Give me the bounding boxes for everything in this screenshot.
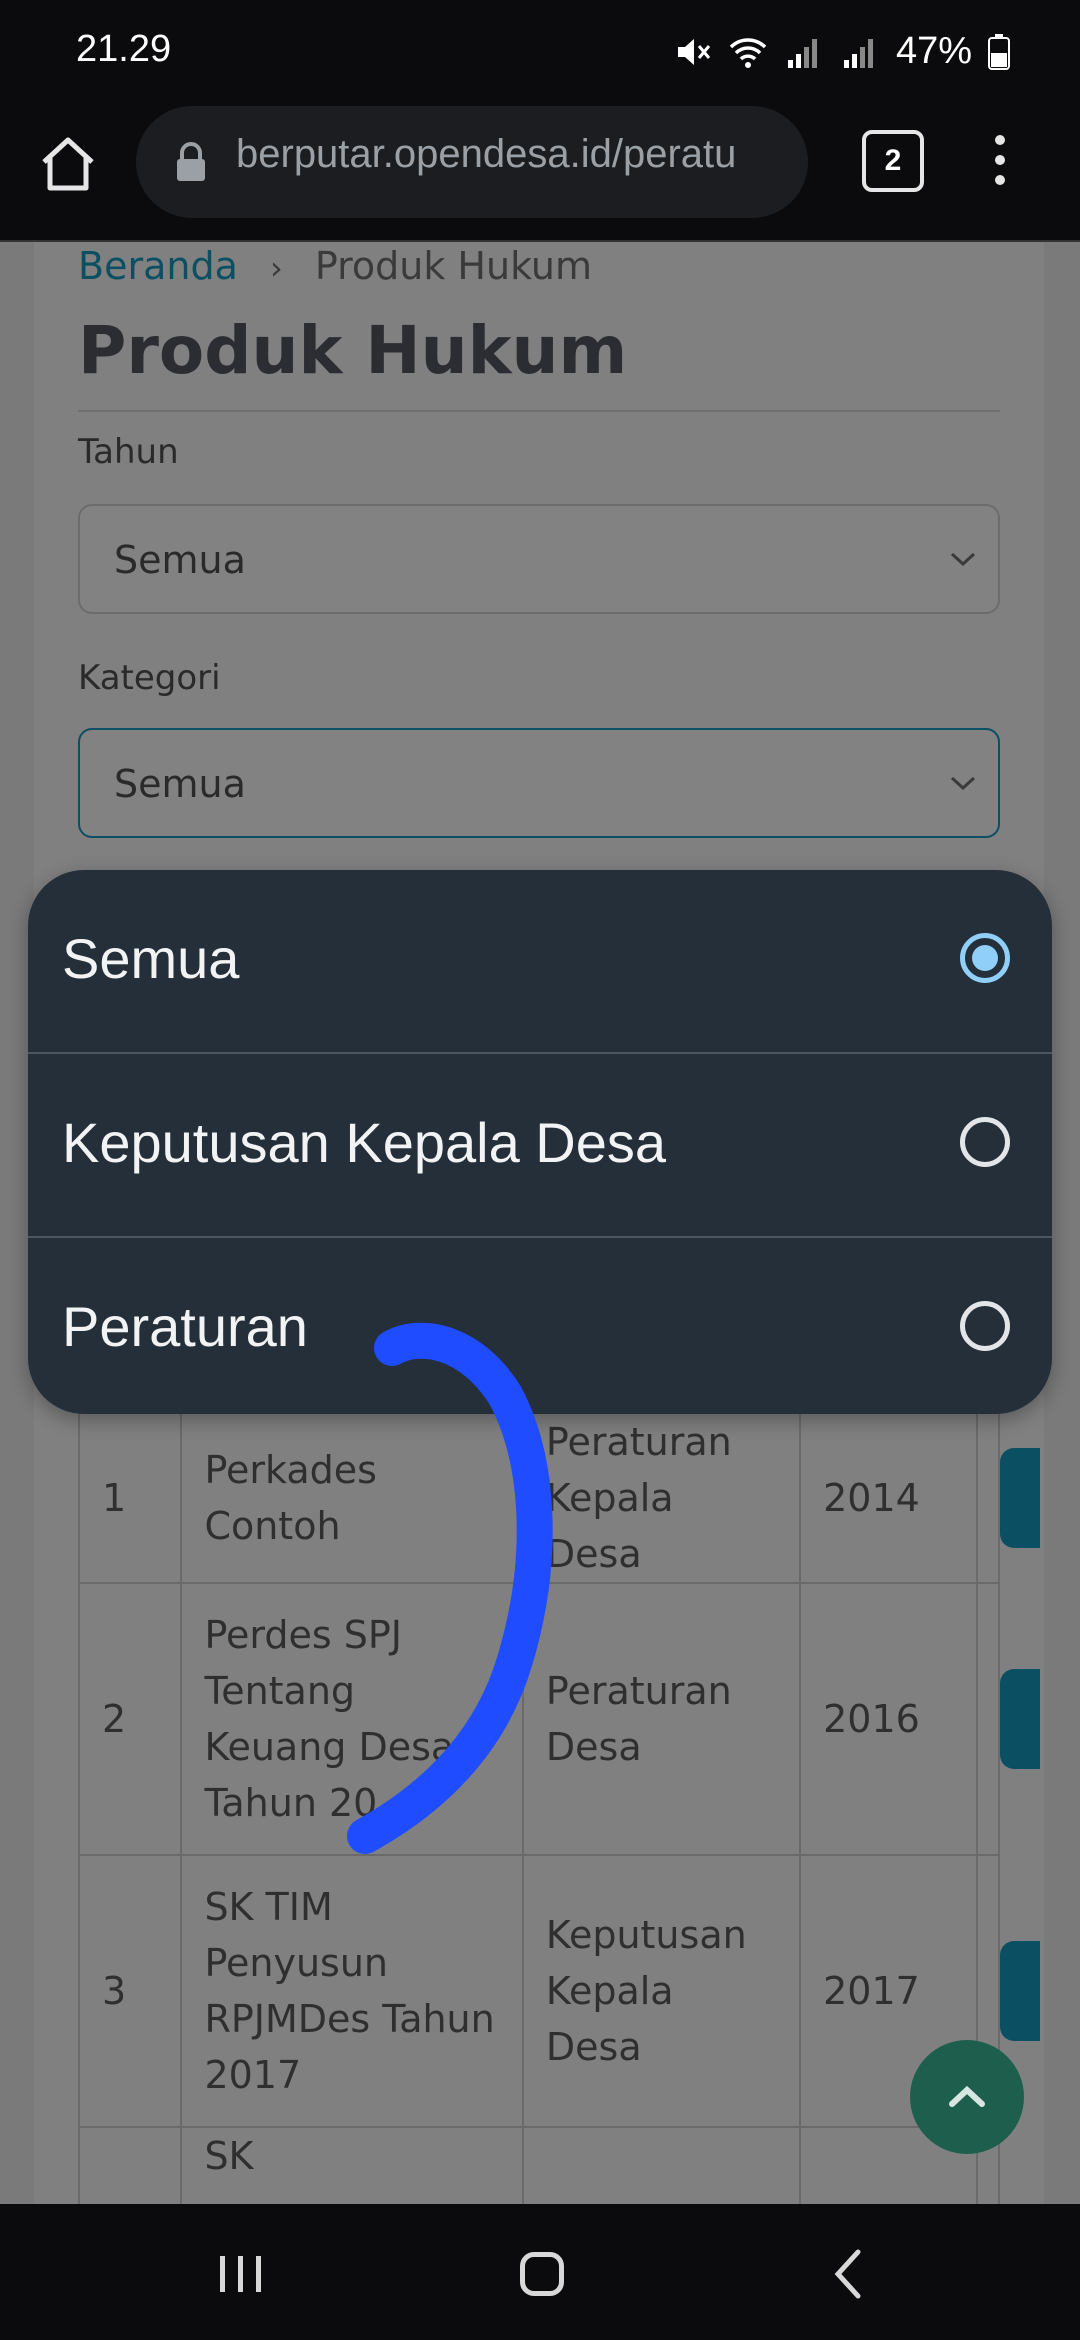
option-label: Peraturan	[62, 1295, 308, 1358]
row-action	[975, 1412, 1040, 1584]
recent-apps-icon[interactable]	[218, 2254, 264, 2294]
row-number	[77, 2126, 183, 2204]
option-label: Keputusan Kepala Desa	[62, 1111, 666, 1174]
kategori-label: Kategori	[78, 658, 221, 698]
row-action-button[interactable]	[999, 1669, 1040, 1769]
kategori-select[interactable]: Semua	[78, 728, 1000, 838]
row-year: 2014	[799, 1412, 978, 1584]
tahun-label: Tahun	[78, 432, 179, 472]
battery-percent: 47%	[895, 30, 972, 72]
address-bar[interactable]: berputar.opendesa.id/peratu	[136, 106, 808, 218]
table-row: 1 Perkades Contoh Peraturan Kepala Desa …	[77, 1412, 1040, 1584]
radio-unselected-icon[interactable]	[960, 1117, 1010, 1167]
page-title: Produk Hukum	[78, 312, 628, 389]
row-category	[521, 2126, 802, 2204]
row-number: 1	[77, 1412, 183, 1584]
breadcrumb-current: Produk Hukum	[314, 244, 593, 288]
back-icon[interactable]	[830, 2248, 866, 2300]
system-nav-bar	[0, 2204, 1080, 2340]
status-icons: 47%	[672, 30, 1010, 73]
chevron-down-icon	[950, 552, 976, 567]
status-time: 21.29	[76, 28, 172, 70]
table-row: 3 SK TIM Penyusun RPJMDes Tahun 2017 Kep…	[77, 1854, 1040, 2128]
row-action-button[interactable]	[999, 1941, 1040, 2041]
signal-icon	[787, 38, 817, 68]
breadcrumb-home-link[interactable]: Beranda	[78, 244, 238, 288]
row-category: Peraturan Kepala Desa	[521, 1412, 802, 1584]
produk-hukum-table: 1 Perkades Contoh Peraturan Kepala Desa …	[77, 1412, 1040, 2204]
kategori-dropdown-sheet: Semua Keputusan Kepala Desa Peraturan	[28, 870, 1052, 1414]
row-action	[975, 1582, 1040, 1856]
row-number: 2	[77, 1582, 183, 1856]
divider	[78, 410, 1000, 412]
wifi-icon	[729, 37, 767, 68]
battery-icon	[988, 33, 1010, 70]
chevron-up-icon	[949, 2085, 985, 2107]
row-title: SK TIM Penyusun RPJMDes Tahun 2017	[180, 1854, 524, 2128]
row-number: 3	[77, 1854, 183, 2128]
option-semua[interactable]: Semua	[28, 870, 1052, 1052]
signal-icon	[843, 38, 873, 68]
mute-icon	[677, 38, 711, 65]
kategori-select-value: Semua	[114, 762, 246, 806]
option-keputusan-kepala-desa[interactable]: Keputusan Kepala Desa	[28, 1054, 1052, 1236]
radio-unselected-icon[interactable]	[960, 1301, 1010, 1351]
tahun-select-value: Semua	[114, 538, 246, 582]
scroll-to-top-button[interactable]	[910, 2040, 1024, 2154]
row-year: 2016	[799, 1582, 978, 1856]
more-options-icon[interactable]	[984, 130, 1016, 190]
tahun-select[interactable]: Semua	[78, 504, 1000, 614]
status-bar: 21.29 47%	[0, 0, 1080, 100]
row-title: Perkades Contoh	[180, 1412, 524, 1584]
browser-toolbar: berputar.opendesa.id/peratu 2	[0, 100, 1080, 242]
row-action-button[interactable]	[999, 1448, 1040, 1548]
radio-selected-icon[interactable]	[960, 933, 1010, 983]
table-row: 2 Perdes SPJ Tentang Keuang Desa Tahun 2…	[77, 1582, 1040, 1856]
option-label: Semua	[62, 927, 240, 990]
breadcrumb-separator-icon: ›	[269, 249, 283, 287]
row-category: Keputusan Kepala Desa	[521, 1854, 802, 2128]
url-text: berputar.opendesa.id/peratu	[236, 132, 737, 176]
lock-icon	[177, 142, 205, 181]
chevron-down-icon	[950, 776, 976, 791]
row-category: Peraturan Desa	[521, 1582, 802, 1856]
row-title: Perdes SPJ Tentang Keuang Desa Tahun 20	[180, 1582, 524, 1856]
tab-switcher-button[interactable]: 2	[862, 130, 924, 192]
row-title: SK	[180, 2126, 524, 2204]
home-nav-icon[interactable]	[520, 2252, 564, 2296]
table-row: SK	[77, 2126, 1001, 2204]
option-peraturan[interactable]: Peraturan	[28, 1238, 1052, 1414]
breadcrumb: Beranda › Produk Hukum	[78, 244, 592, 288]
home-icon[interactable]	[36, 132, 100, 196]
